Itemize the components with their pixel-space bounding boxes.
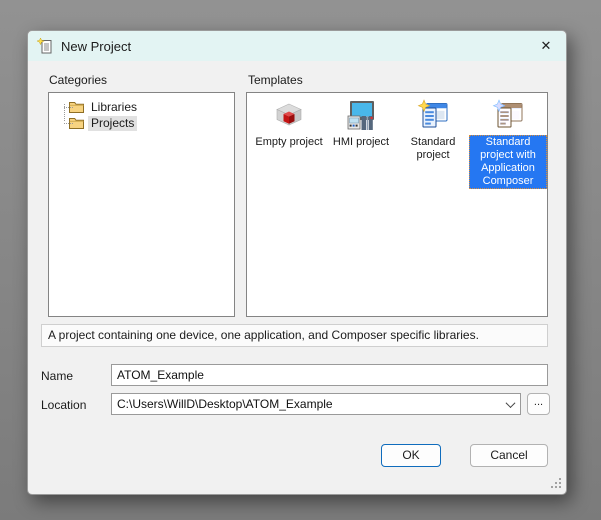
category-item-label: Libraries [91, 99, 138, 114]
new-project-icon [37, 38, 53, 54]
cancel-button[interactable]: Cancel [470, 444, 548, 467]
template-item-hmi-project[interactable]: HMI project [325, 98, 397, 189]
template-item-label: HMI project [332, 136, 390, 148]
close-icon[interactable]: ✕ [535, 35, 557, 57]
category-item-libraries[interactable]: Libraries [57, 99, 234, 115]
template-description: A project containing one device, one app… [41, 324, 548, 347]
chevron-down-icon[interactable] [500, 394, 520, 414]
ok-button[interactable]: OK [381, 444, 441, 467]
location-label: Location [41, 398, 87, 412]
template-item-standard-project-with-application-composer[interactable]: Standard project with Application Compos… [469, 98, 547, 189]
categories-tree[interactable]: Libraries Projects [48, 92, 235, 317]
location-combobox[interactable] [111, 393, 521, 415]
template-item-standard-project[interactable]: Standard project [397, 98, 469, 189]
titlebar[interactable]: New Project ✕ [28, 31, 566, 61]
category-item-projects[interactable]: Projects [57, 115, 234, 131]
categories-label: Categories [49, 73, 108, 87]
name-label: Name [41, 369, 74, 383]
template-item-empty-project[interactable]: Empty project [253, 98, 325, 189]
browse-button[interactable]: ... [527, 393, 550, 415]
window-document-sparkle-icon [416, 98, 450, 132]
templates-list[interactable]: Empty project HMI project Standard proje… [246, 92, 548, 317]
template-item-label: Standard project [410, 136, 456, 161]
hmi-panel-icon [344, 98, 378, 132]
new-project-dialog: New Project ✕ Categories Templates Libra… [27, 30, 567, 495]
category-item-label: Projects [88, 115, 138, 131]
template-item-label: Empty project [255, 136, 323, 148]
templates-label: Templates [248, 73, 303, 87]
project-name-input[interactable] [111, 364, 548, 386]
window-title: New Project [61, 38, 132, 54]
window-document-sparkle-blue-icon [491, 98, 525, 132]
red-cube-box-icon [272, 98, 306, 132]
location-input[interactable] [112, 394, 500, 414]
template-item-label: Standard project with Application Compos… [469, 135, 547, 189]
resize-grip-icon[interactable] [550, 478, 561, 489]
